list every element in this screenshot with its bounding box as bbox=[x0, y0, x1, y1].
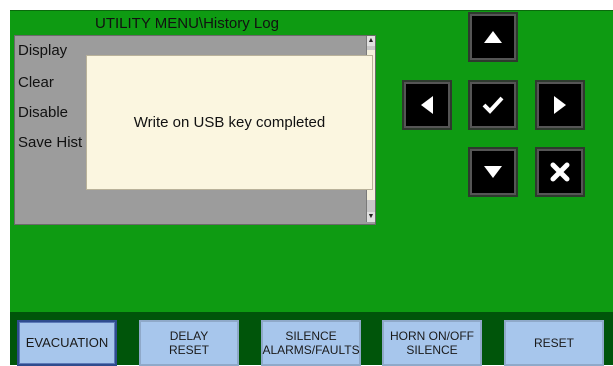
arrow-left-icon bbox=[421, 96, 433, 114]
function-bar: EVACUATION DELAY RESET SILENCE ALARMS/FA… bbox=[10, 312, 613, 366]
silence-alarms-button[interactable]: SILENCE ALARMS/FAULTS bbox=[261, 320, 361, 366]
cancel-button[interactable] bbox=[535, 147, 585, 197]
delay-reset-button[interactable]: DELAY RESET bbox=[139, 320, 239, 366]
usb-complete-dialog: Write on USB key completed bbox=[86, 55, 373, 190]
menu-item-disable[interactable]: Disable bbox=[18, 104, 68, 121]
down-button[interactable] bbox=[468, 147, 518, 197]
page-title: UTILITY MENU\History Log bbox=[95, 15, 279, 32]
left-button[interactable] bbox=[402, 80, 452, 130]
scroll-up-icon[interactable]: ▲ bbox=[367, 36, 375, 46]
up-button[interactable] bbox=[468, 12, 518, 62]
arrow-right-icon bbox=[554, 96, 566, 114]
x-icon bbox=[550, 162, 570, 182]
horn-silence-button[interactable]: HORN ON/OFF SILENCE bbox=[382, 320, 482, 366]
arrow-down-icon bbox=[484, 166, 502, 178]
menu-item-clear[interactable]: Clear bbox=[18, 74, 54, 91]
confirm-button[interactable] bbox=[468, 80, 518, 130]
dialog-message: Write on USB key completed bbox=[133, 114, 326, 131]
evacuation-button[interactable]: EVACUATION bbox=[17, 320, 117, 366]
menu-item-display[interactable]: Display bbox=[18, 42, 67, 59]
scroll-down-icon[interactable]: ▼ bbox=[367, 212, 375, 222]
checkmark-icon bbox=[482, 96, 504, 114]
right-button[interactable] bbox=[535, 80, 585, 130]
arrow-up-icon bbox=[484, 31, 502, 43]
reset-button[interactable]: RESET bbox=[504, 320, 604, 366]
menu-item-save-history[interactable]: Save Hist bbox=[18, 134, 82, 151]
